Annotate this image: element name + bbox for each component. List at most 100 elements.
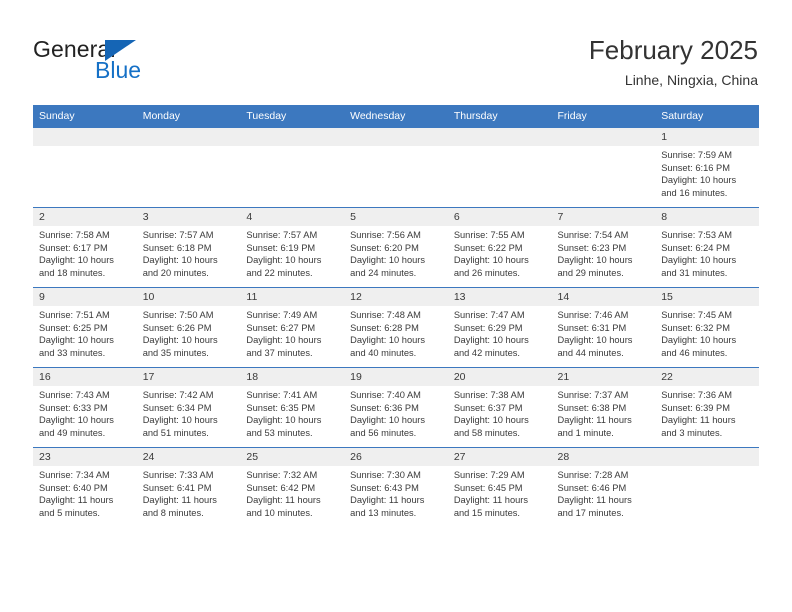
sunrise-text: Sunrise: 7:30 AM	[350, 470, 421, 480]
calendar-table: Sunday Monday Tuesday Wednesday Thursday Frid…	[33, 105, 759, 527]
day-details: Sunrise: 7:28 AM Sunset: 6:46 PM Daylight:…	[552, 466, 656, 519]
day-number: 18	[240, 368, 345, 386]
calendar-day-cell[interactable]: 16 Sunrise: 7:43 AM Sunset: 6:33 PM Dayligh…	[33, 367, 137, 448]
day-number: 8	[655, 208, 759, 226]
brand-logo[interactable]: General Blue	[33, 36, 233, 86]
daylight-text: and 3 minutes.	[661, 427, 723, 438]
calendar-day-cell[interactable]: 15 Sunrise: 7:45 AM Sunset: 6:32 PM Dayligh…	[655, 287, 759, 368]
day-details: Sunrise: 7:38 AM Sunset: 6:37 PM Daylight:…	[448, 386, 552, 439]
calendar-day-cell[interactable]: 7 Sunrise: 7:54 AM Sunset: 6:23 PM Daylight…	[551, 207, 656, 288]
calendar-day-cell[interactable]: 14 Sunrise: 7:46 AM Sunset: 6:31 PM Dayligh…	[551, 287, 656, 368]
calendar-day-cell[interactable]: 26 Sunrise: 7:30 AM Sunset: 6:43 PM Dayligh…	[344, 447, 448, 527]
calendar-day-cell[interactable]: 20 Sunrise: 7:38 AM Sunset: 6:37 PM Dayligh…	[447, 367, 552, 448]
sunrise-text: Sunrise: 7:53 AM	[661, 230, 733, 240]
title-block: February 2025 Linhe, Ningxia, China	[589, 34, 758, 90]
sunset-text: Sunset: 6:38 PM	[557, 402, 627, 413]
calendar-day-cell[interactable]: 6 Sunrise: 7:55 AM Sunset: 6:22 PM Daylight…	[447, 207, 552, 288]
sunset-text: Sunset: 6:31 PM	[557, 322, 627, 333]
sunrise-text: Sunrise: 7:54 AM	[557, 230, 629, 240]
sunset-text: Sunset: 6:32 PM	[661, 322, 730, 333]
sunrise-text: Sunrise: 7:34 AM	[39, 470, 110, 480]
calendar-day-cell[interactable]: 2 Sunrise: 7:58 AM Sunset: 6:17 PM Daylight…	[33, 207, 137, 288]
daylight-text: and 16 minutes.	[661, 187, 728, 198]
calendar-day-cell[interactable]: 19 Sunrise: 7:40 AM Sunset: 6:36 PM Dayligh…	[344, 367, 448, 448]
daylight-text: Daylight: 10 hours	[246, 415, 322, 426]
sunrise-text: Sunrise: 7:57 AM	[246, 230, 318, 240]
day-details: Sunrise: 7:33 AM Sunset: 6:41 PM Daylight:…	[137, 466, 241, 519]
calendar-day-cell[interactable]: 1 Sunrise: 7:59 AM Sunset: 6:16 PM Daylight…	[655, 127, 759, 208]
calendar-day-cell[interactable]: 21 Sunrise: 7:37 AM Sunset: 6:38 PM Dayligh…	[551, 367, 656, 448]
day-details: Sunrise: 7:41 AM Sunset: 6:35 PM Daylight:…	[240, 386, 344, 439]
daylight-text: Daylight: 10 hours	[661, 175, 737, 186]
daylight-text: Daylight: 10 hours	[39, 335, 114, 346]
calendar-day-cell[interactable]: 23 Sunrise: 7:34 AM Sunset: 6:40 PM Dayligh…	[33, 447, 137, 527]
day-details: Sunrise: 7:53 AM Sunset: 6:24 PM Daylight:…	[655, 226, 759, 279]
calendar-week-row: 23 Sunrise: 7:34 AM Sunset: 6:40 PM Dayligh…	[33, 447, 759, 527]
daylight-text: Daylight: 11 hours	[557, 495, 632, 506]
daylight-text: Daylight: 10 hours	[142, 255, 218, 266]
calendar-empty-cell	[240, 127, 345, 208]
sunset-text: Sunset: 6:16 PM	[661, 162, 730, 173]
daylight-text: Daylight: 10 hours	[350, 335, 426, 346]
sunset-text: Sunset: 6:35 PM	[246, 402, 316, 413]
day-number: 2	[33, 208, 137, 226]
day-details: Sunrise: 7:57 AM Sunset: 6:19 PM Daylight:…	[240, 226, 344, 279]
calendar-day-cell[interactable]: 8 Sunrise: 7:53 AM Sunset: 6:24 PM Daylight…	[655, 207, 759, 288]
calendar-empty-cell	[447, 127, 552, 208]
calendar-empty-cell	[136, 127, 241, 208]
day-details: Sunrise: 7:36 AM Sunset: 6:39 PM Daylight:…	[655, 386, 759, 439]
calendar-day-cell[interactable]: 25 Sunrise: 7:32 AM Sunset: 6:42 PM Dayligh…	[240, 447, 345, 527]
calendar-day-cell[interactable]: 9 Sunrise: 7:51 AM Sunset: 6:25 PM Daylight…	[33, 287, 137, 368]
sunrise-text: Sunrise: 7:47 AM	[453, 310, 525, 320]
calendar-day-cell[interactable]: 3 Sunrise: 7:57 AM Sunset: 6:18 PM Daylight…	[136, 207, 241, 288]
day-details: Sunrise: 7:30 AM Sunset: 6:43 PM Daylight:…	[344, 466, 448, 519]
weekday-header-thursday: Thursday	[447, 105, 552, 128]
daylight-text: and 53 minutes.	[246, 427, 313, 438]
daylight-text: Daylight: 10 hours	[350, 255, 426, 266]
calendar-day-cell[interactable]: 12 Sunrise: 7:48 AM Sunset: 6:28 PM Dayligh…	[344, 287, 448, 368]
sunrise-text: Sunrise: 7:59 AM	[661, 150, 733, 160]
brand-name-blue: Blue	[95, 57, 142, 83]
day-number	[240, 128, 345, 146]
calendar-day-cell[interactable]: 28 Sunrise: 7:28 AM Sunset: 6:46 PM Dayligh…	[551, 447, 656, 527]
day-number: 13	[447, 288, 552, 306]
sunrise-text: Sunrise: 7:57 AM	[142, 230, 214, 240]
calendar-day-cell[interactable]: 24 Sunrise: 7:33 AM Sunset: 6:41 PM Dayligh…	[136, 447, 241, 527]
day-number: 26	[344, 448, 448, 466]
sunset-text: Sunset: 6:24 PM	[661, 242, 730, 253]
calendar-day-cell[interactable]: 10 Sunrise: 7:50 AM Sunset: 6:26 PM Dayligh…	[136, 287, 241, 368]
daylight-text: Daylight: 11 hours	[661, 415, 736, 426]
calendar-day-cell[interactable]: 18 Sunrise: 7:41 AM Sunset: 6:35 PM Dayligh…	[240, 367, 345, 448]
calendar-day-cell[interactable]: 4 Sunrise: 7:57 AM Sunset: 6:19 PM Daylight…	[240, 207, 345, 288]
weekday-header-sunday: Sunday	[33, 105, 137, 128]
calendar-day-cell[interactable]: 11 Sunrise: 7:49 AM Sunset: 6:27 PM Dayligh…	[240, 287, 345, 368]
calendar-day-cell[interactable]: 17 Sunrise: 7:42 AM Sunset: 6:34 PM Dayligh…	[136, 367, 241, 448]
day-details: Sunrise: 7:42 AM Sunset: 6:34 PM Daylight:…	[137, 386, 241, 439]
day-number: 6	[447, 208, 552, 226]
day-details: Sunrise: 7:47 AM Sunset: 6:29 PM Daylight:…	[448, 306, 552, 359]
calendar-week-row: 2 Sunrise: 7:58 AM Sunset: 6:17 PM Daylight…	[33, 207, 759, 288]
day-number: 9	[33, 288, 137, 306]
day-details: Sunrise: 7:56 AM Sunset: 6:20 PM Daylight:…	[344, 226, 448, 279]
sunset-text: Sunset: 6:46 PM	[557, 482, 627, 493]
calendar-day-cell[interactable]: 5 Sunrise: 7:56 AM Sunset: 6:20 PM Daylight…	[344, 207, 448, 288]
daylight-text: and 22 minutes.	[246, 267, 313, 278]
calendar-empty-cell	[344, 127, 448, 208]
calendar-day-cell[interactable]: 27 Sunrise: 7:29 AM Sunset: 6:45 PM Dayligh…	[447, 447, 552, 527]
daylight-text: Daylight: 10 hours	[39, 415, 114, 426]
calendar-day-cell[interactable]: 22 Sunrise: 7:36 AM Sunset: 6:39 PM Dayligh…	[655, 367, 759, 448]
sunrise-text: Sunrise: 7:42 AM	[142, 390, 214, 400]
day-details: Sunrise: 7:51 AM Sunset: 6:25 PM Daylight:…	[33, 306, 137, 359]
day-details: Sunrise: 7:59 AM Sunset: 6:16 PM Daylight:…	[655, 146, 759, 199]
daylight-text: Daylight: 11 hours	[246, 495, 321, 506]
daylight-text: and 24 minutes.	[350, 267, 417, 278]
calendar-day-cell[interactable]: 13 Sunrise: 7:47 AM Sunset: 6:29 PM Dayligh…	[447, 287, 552, 368]
page-header: General Blue February 2025 Linhe, Ningxi…	[0, 0, 792, 100]
sunrise-text: Sunrise: 7:41 AM	[246, 390, 318, 400]
calendar-empty-cell	[33, 127, 137, 208]
day-number: 11	[240, 288, 345, 306]
daylight-text: and 13 minutes.	[350, 507, 417, 518]
daylight-text: and 29 minutes.	[557, 267, 624, 278]
day-number	[447, 128, 552, 146]
day-number: 7	[551, 208, 656, 226]
